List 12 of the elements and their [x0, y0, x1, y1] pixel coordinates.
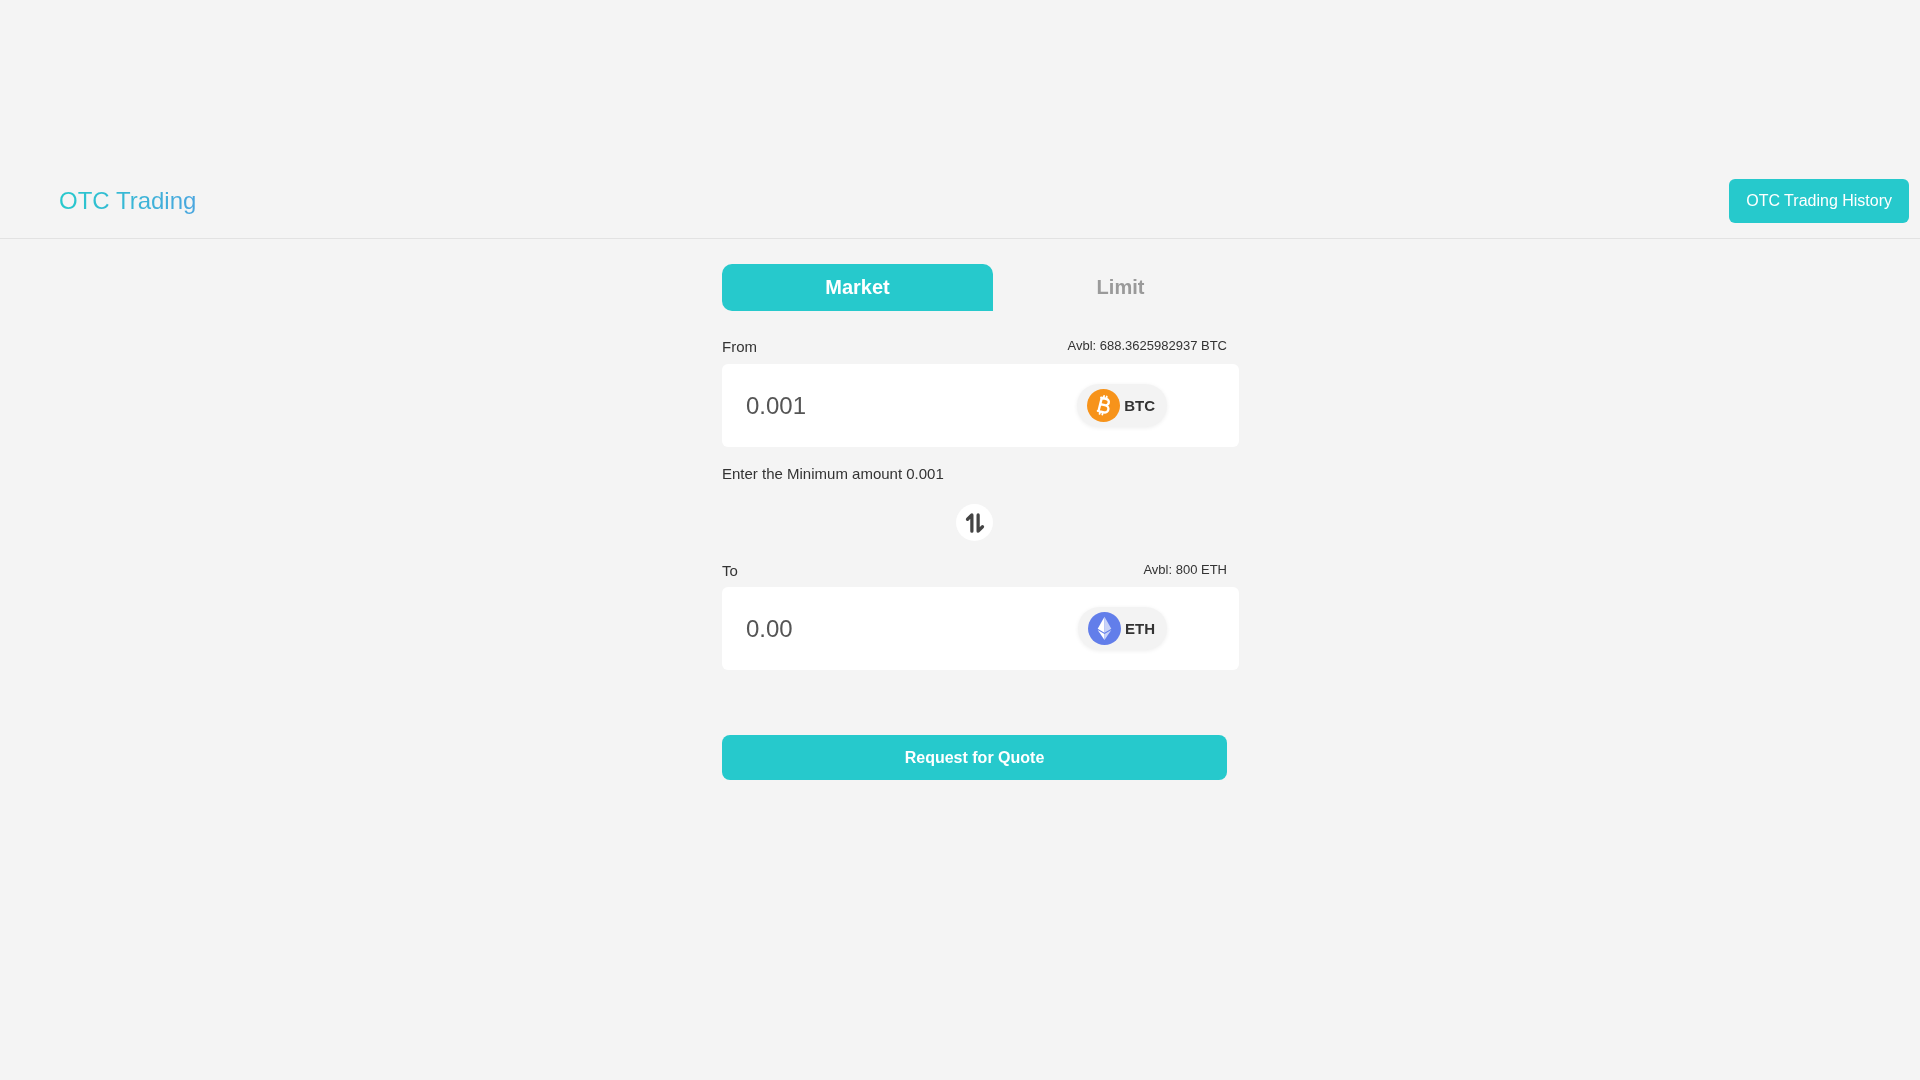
- currency-selector[interactable]: ETH: [1078, 607, 1167, 650]
- currency-selector[interactable]: BTC: [1077, 384, 1167, 427]
- bitcoin-coin-icon: [1087, 389, 1121, 422]
- available-balance: Avbl: 800 ETH: [1143, 562, 1227, 577]
- amount-field[interactable]: 0.00 ETH: [722, 587, 1239, 670]
- ethereum-coin-icon: [1088, 612, 1121, 645]
- swap-button[interactable]: [956, 504, 993, 541]
- field-label: From: [722, 337, 757, 355]
- amount-field[interactable]: 0.001 BTC: [722, 364, 1239, 447]
- available-balance: Avbl: 688.3625982937 BTC: [1067, 338, 1227, 353]
- minimum-amount-hint: Enter the Minimum amount 0.001: [722, 465, 945, 483]
- field-label: To: [722, 561, 738, 579]
